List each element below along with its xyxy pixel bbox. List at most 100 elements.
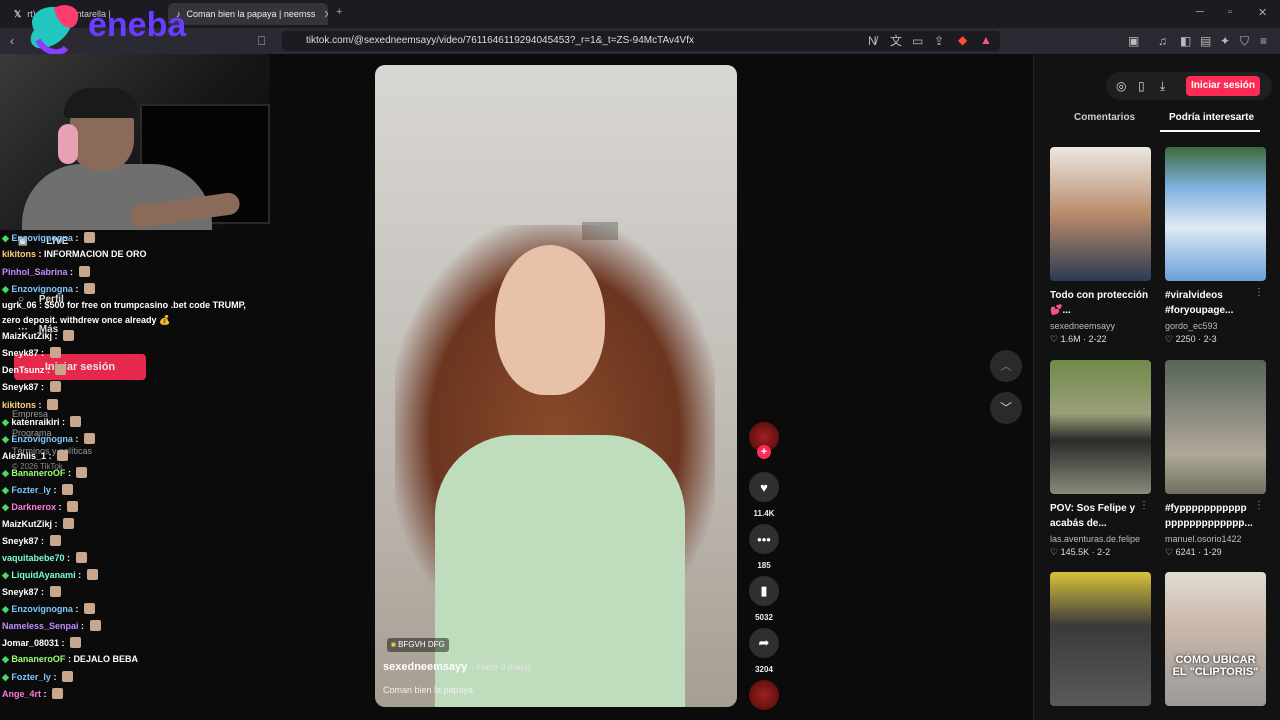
chat-colon: :: [36, 400, 45, 410]
chat-username[interactable]: MaizKutZikj: [2, 519, 52, 529]
chat-emote-icon: [63, 518, 75, 529]
video-player[interactable]: ■ BFGVH DFG sexedneemsayy · Hace 3 día(s)…: [375, 65, 737, 707]
more-options-icon[interactable]: ⋮: [1139, 500, 1149, 511]
more-options-icon[interactable]: ⋮: [1254, 500, 1264, 511]
chat-username[interactable]: Sneyk87: [2, 348, 39, 358]
more-options-icon[interactable]: ⋮: [1254, 287, 1264, 298]
compass-icon[interactable]: ◎: [1116, 80, 1126, 92]
login-button[interactable]: Iniciar sesión: [1186, 76, 1260, 96]
chat-message: kikitons :: [2, 399, 59, 410]
comment-icon: •••: [749, 524, 779, 554]
chat-username[interactable]: Enzovignogna: [11, 233, 73, 243]
chat-emote-icon: [83, 232, 95, 243]
maximize-button[interactable]: ▫: [1228, 6, 1232, 18]
recommended-card[interactable]: #fyppppppppppp ppppppppppppp... manuel.o…: [1165, 360, 1266, 558]
tab-recommended[interactable]: Podría interesarte: [1169, 112, 1254, 123]
music-icon[interactable]: ♫: [1158, 35, 1167, 47]
chat-username[interactable]: Alezhiis_1: [2, 451, 46, 461]
chat-username[interactable]: Enzovignogna: [11, 604, 73, 614]
chat-username[interactable]: Fozter_ly: [11, 672, 51, 682]
translate-icon[interactable]: 文: [890, 35, 902, 47]
card-author: sexedneemsayy: [1050, 321, 1116, 331]
chat-emote-icon: [78, 266, 90, 277]
chat-colon: :: [65, 468, 74, 478]
share-action[interactable]: ➦ 3204: [748, 628, 780, 674]
chat-username[interactable]: vaquitabebe70: [2, 553, 65, 563]
cast-icon[interactable]: ▭: [912, 35, 923, 47]
chat-username[interactable]: BananeroOF: [11, 654, 65, 664]
music-disc[interactable]: [749, 680, 779, 710]
brave-rewards-icon[interactable]: ▲: [980, 34, 992, 46]
menu-icon[interactable]: ≡: [1260, 35, 1267, 47]
chat-badge-icon: ◆: [2, 233, 12, 243]
chat-username[interactable]: katenraikiri: [11, 417, 59, 427]
chat-username[interactable]: Darknerox: [11, 502, 56, 512]
recommended-card[interactable]: [1050, 572, 1151, 706]
panel-icon[interactable]: ◧: [1180, 35, 1191, 47]
chat-colon: :: [52, 519, 61, 529]
chat-emote-icon: [75, 552, 87, 563]
chat-colon: :: [72, 284, 81, 294]
chat-username[interactable]: Sneyk87: [2, 536, 39, 546]
chat-username[interactable]: kikitons: [2, 400, 36, 410]
share-icon[interactable]: ⇪: [934, 35, 944, 47]
chat-username[interactable]: ugrk_06: [2, 300, 37, 310]
heart-outline-icon: ♡: [1050, 547, 1061, 557]
chat-colon: :: [78, 621, 87, 631]
chat-username[interactable]: DenTsunz: [2, 365, 44, 375]
chat-text: DEJALO BEBA: [73, 654, 138, 664]
brave-shield-icon[interactable]: ◆: [958, 34, 967, 46]
download-icon[interactable]: ⤓: [1160, 80, 1165, 92]
right-panel: ◎ ▯ ⤓ Iniciar sesión Comentarios Podría …: [1033, 54, 1280, 720]
chat-emote-icon: [47, 399, 59, 410]
chat-username[interactable]: MaizKutZikj: [2, 331, 52, 341]
sidebar-icon[interactable]: ▣: [1128, 35, 1139, 47]
chat-username[interactable]: Pinhol_Sabrina: [2, 267, 68, 277]
save-action[interactable]: ▮ 5032: [748, 576, 780, 622]
minimize-button[interactable]: ─: [1196, 6, 1204, 18]
previous-video-button[interactable]: ︿: [990, 350, 1022, 382]
recommended-card[interactable]: #viralvideos #foryoupage... gordo_ec593 …: [1165, 147, 1266, 345]
chat-username[interactable]: Ange_4rt: [2, 689, 41, 699]
chat-colon: :: [59, 417, 68, 427]
wallet-icon[interactable]: ▤: [1200, 35, 1211, 47]
chat-username[interactable]: BananeroOF: [11, 468, 65, 478]
chat-message: Sneyk87 :: [2, 347, 61, 358]
like-action[interactable]: ♥ 11.4K: [748, 472, 780, 518]
new-tab-button[interactable]: +: [336, 6, 342, 18]
close-tab-icon[interactable]: ✕: [323, 8, 328, 21]
chat-username[interactable]: kikitons: [2, 249, 36, 259]
translate-off-icon[interactable]: N̸: [868, 35, 877, 47]
chat-username[interactable]: Sneyk87: [2, 382, 39, 392]
close-window-button[interactable]: ✕: [1258, 6, 1267, 19]
more-options-icon[interactable]: ⋮: [1139, 287, 1149, 298]
video-subject-face: [495, 245, 605, 395]
active-tab-indicator: [1160, 130, 1260, 132]
chat-username[interactable]: Enzovignogna: [11, 434, 73, 444]
chat-emote-icon: [49, 381, 61, 392]
chat-username[interactable]: Jomar_08031: [2, 638, 59, 648]
comment-action[interactable]: ••• 185: [748, 524, 780, 570]
chat-colon: :: [38, 382, 47, 392]
vpn-icon[interactable]: ⛉: [1240, 35, 1249, 47]
chat-username[interactable]: Sneyk87: [2, 587, 39, 597]
chat-colon: :: [72, 604, 81, 614]
heart-outline-icon: ♡: [1050, 334, 1061, 344]
next-video-button[interactable]: ﹀: [990, 392, 1022, 424]
chevron-down-icon: ﹀: [999, 401, 1012, 415]
chat-colon: :: [67, 267, 76, 277]
recommended-card[interactable]: POV: Sos Felipe y acabás de... las.avent…: [1050, 360, 1151, 558]
chat-username[interactable]: Nameless_Senpai: [2, 621, 79, 631]
video-author[interactable]: sexedneemsayy · Hace 3 día(s): [383, 661, 531, 673]
video-effect-badge[interactable]: ■ BFGVH DFG: [387, 638, 449, 652]
follow-plus-button[interactable]: +: [757, 445, 771, 459]
chat-username[interactable]: Enzovignogna: [11, 284, 73, 294]
leo-ai-icon[interactable]: ✦: [1220, 35, 1230, 47]
chat-username[interactable]: Fozter_ly: [11, 485, 51, 495]
tab-comments[interactable]: Comentarios: [1074, 112, 1135, 123]
recommended-card[interactable]: Todo con protección 💕... sexedneemsayy ♡…: [1050, 147, 1151, 345]
chat-username[interactable]: LiquidAyanami: [11, 570, 75, 580]
recommended-card[interactable]: CÓMO UBICAR EL "CLIPTORIS": [1165, 572, 1266, 706]
phone-icon[interactable]: ▯: [1138, 80, 1145, 92]
bookmark-icon[interactable]: ⎕: [258, 35, 265, 47]
